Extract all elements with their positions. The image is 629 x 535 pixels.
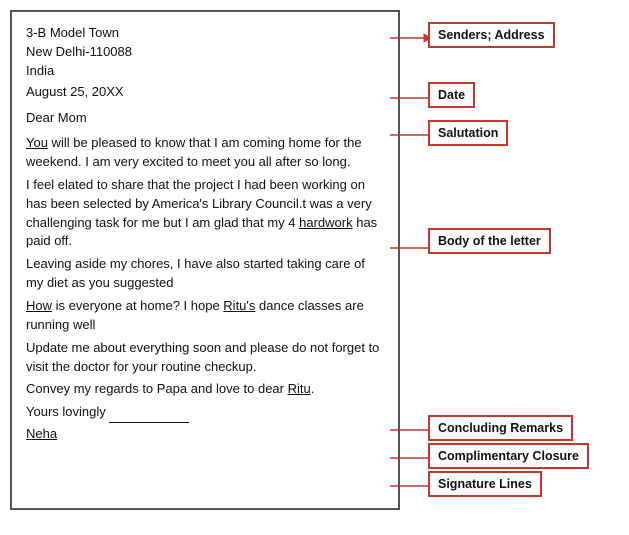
- signature-block: Neha: [26, 425, 384, 444]
- address-line1: 3-B Model Town: [26, 24, 384, 43]
- concluding-text: Convey my regards to Papa and love to de…: [26, 380, 384, 399]
- date-block: August 25, 20XX: [26, 83, 384, 102]
- body-para-4: How is everyone at home? I hope Ritu's d…: [26, 297, 384, 335]
- body-para-3: Leaving aside my chores, I have also sta…: [26, 255, 384, 293]
- salutation-text: Dear Mom: [26, 110, 87, 125]
- address-line3: India: [26, 62, 384, 81]
- date-text: August 25, 20XX: [26, 84, 124, 99]
- salutation-block: Dear Mom: [26, 109, 384, 128]
- complimentary-underline: [109, 403, 189, 423]
- address-line2: New Delhi-110088: [26, 43, 384, 62]
- concluding-block: Convey my regards to Papa and love to de…: [26, 380, 384, 399]
- complimentary-block: Yours lovingly: [26, 403, 384, 423]
- body-block: You will be pleased to know that I am co…: [26, 134, 384, 376]
- body-para-1: You will be pleased to know that I am co…: [26, 134, 384, 172]
- address-block: 3-B Model Town New Delhi-110088 India: [26, 24, 384, 81]
- letter-box: 3-B Model Town New Delhi-110088 India Au…: [10, 10, 400, 510]
- signature-text: Neha: [26, 426, 57, 441]
- body-para-2: I feel elated to share that the project …: [26, 176, 384, 251]
- body-para-5: Update me about everything soon and plea…: [26, 339, 384, 377]
- complimentary-text: Yours lovingly: [26, 404, 106, 419]
